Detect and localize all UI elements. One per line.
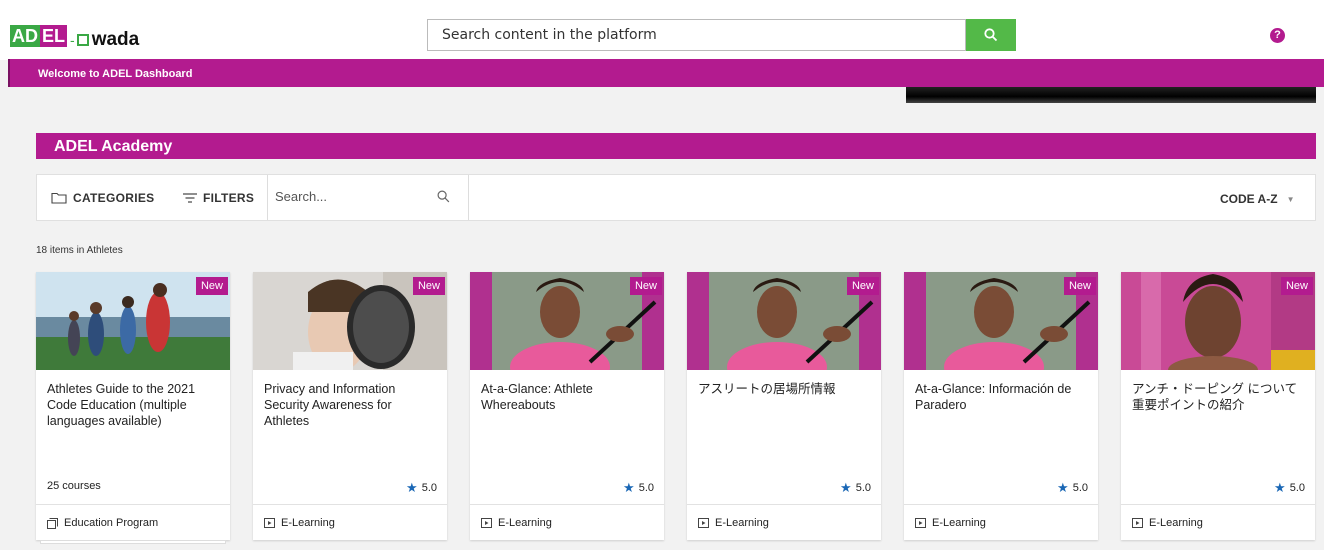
star-icon: ★ — [1057, 480, 1069, 495]
card-thumbnail: New — [253, 272, 447, 370]
card-title[interactable]: Privacy and Information Security Awarene… — [264, 381, 439, 429]
filter-icon — [183, 193, 197, 203]
search-icon — [984, 28, 998, 42]
card-title[interactable]: At-a-Glance: Información de Paradero — [915, 381, 1090, 413]
star-icon: ★ — [406, 480, 418, 495]
star-icon: ★ — [623, 480, 635, 495]
folder-icon — [51, 192, 67, 204]
star-icon: ★ — [1274, 480, 1286, 495]
card-type: E-Learning — [698, 517, 769, 529]
card-thumbnail: New — [470, 272, 664, 370]
card-type: Education Program — [47, 517, 158, 529]
card-title[interactable]: アンチ・ドーピング について 重要ポイントの紹介 — [1132, 381, 1307, 413]
course-card[interactable]: New アスリートの居場所情報 ★ 5.0 E-Learning — [687, 272, 881, 540]
new-badge: New — [195, 277, 228, 295]
catalog-search-input[interactable]: Search... — [275, 189, 445, 204]
platform-search-box — [427, 19, 966, 51]
card-type: E-Learning — [481, 517, 552, 529]
card-type: E-Learning — [915, 517, 986, 529]
card-type-label: Education Program — [64, 517, 159, 529]
search-icon[interactable] — [437, 190, 450, 208]
logo-ad: AD — [10, 25, 40, 47]
elearning-icon — [698, 518, 709, 528]
course-count: 25 courses — [47, 480, 101, 492]
sort-label: CODE A-Z — [1220, 192, 1278, 206]
help-icon[interactable]: ? — [1270, 28, 1285, 43]
hero-banner-image — [906, 87, 1316, 103]
catalog-toolbar: CATEGORIES FILTERS Search... CODE A-Z ▼ — [36, 174, 1316, 221]
new-badge: New — [1063, 277, 1096, 295]
card-thumbnail: New — [36, 272, 230, 370]
platform-search-input[interactable] — [428, 20, 965, 50]
card-rating: ★ 5.0 — [623, 480, 654, 495]
card-title[interactable]: At-a-Glance: Athlete Whereabouts — [481, 381, 656, 413]
card-title[interactable]: アスリートの居場所情報 — [698, 381, 873, 397]
welcome-bar: Welcome to ADEL Dashboard — [8, 59, 1324, 87]
course-card[interactable]: New At-a-Glance: Información de Paradero… — [904, 272, 1098, 540]
card-rating: ★ 5.0 — [406, 480, 437, 495]
card-thumbnail: New — [1121, 272, 1315, 370]
card-type: E-Learning — [264, 517, 335, 529]
card-type-label: E-Learning — [715, 517, 769, 529]
course-card[interactable]: New At-a-Glance: Athlete Whereabouts ★ 5.… — [470, 272, 664, 540]
card-type-label: E-Learning — [1149, 517, 1203, 529]
wada-mark-icon — [76, 34, 89, 46]
new-badge: New — [846, 277, 879, 295]
card-rating: ★ 5.0 — [840, 480, 871, 495]
star-icon: ★ — [840, 480, 852, 495]
elearning-icon — [264, 518, 275, 528]
elearning-icon — [915, 518, 926, 528]
course-card[interactable]: New アンチ・ドーピング について 重要ポイントの紹介 ★ 5.0 E-Lear… — [1121, 272, 1315, 540]
items-count: 18 items in Athletes — [36, 245, 123, 256]
categories-button[interactable]: CATEGORIES — [51, 191, 154, 205]
card-rating: ★ 5.0 — [1274, 480, 1305, 495]
section-title: ADEL Academy — [36, 133, 1316, 159]
elearning-icon — [1132, 518, 1143, 528]
filters-label: FILTERS — [203, 191, 255, 205]
categories-label: CATEGORIES — [73, 191, 155, 205]
card-thumbnail: New — [904, 272, 1098, 370]
card-rating: ★ 5.0 — [1057, 480, 1088, 495]
new-badge: New — [1280, 277, 1313, 295]
new-badge: New — [629, 277, 662, 295]
adel-wada-logo[interactable]: AD EL - wada — [10, 23, 140, 50]
card-type-label: E-Learning — [498, 517, 552, 529]
top-bar: AD EL - wada ? — [0, 0, 1324, 60]
logo-wada: wada — [91, 29, 140, 50]
course-card[interactable]: New Athletes Guide to the 2021 Code Educ… — [36, 272, 230, 540]
card-type-label: E-Learning — [932, 517, 986, 529]
platform-search-button[interactable] — [966, 19, 1016, 51]
program-icon — [47, 517, 58, 529]
card-type: E-Learning — [1132, 517, 1203, 529]
logo-el: EL — [40, 25, 68, 47]
course-card[interactable]: New Privacy and Information Security Awa… — [253, 272, 447, 540]
filters-button[interactable]: FILTERS — [183, 191, 254, 205]
caret-down-icon: ▼ — [1286, 194, 1295, 204]
card-title[interactable]: Athletes Guide to the 2021 Code Educatio… — [47, 381, 222, 429]
card-type-label: E-Learning — [281, 517, 335, 529]
elearning-icon — [481, 518, 492, 528]
sort-dropdown[interactable]: CODE A-Z ▼ — [1220, 192, 1294, 206]
new-badge: New — [412, 277, 445, 295]
card-thumbnail: New — [687, 272, 881, 370]
